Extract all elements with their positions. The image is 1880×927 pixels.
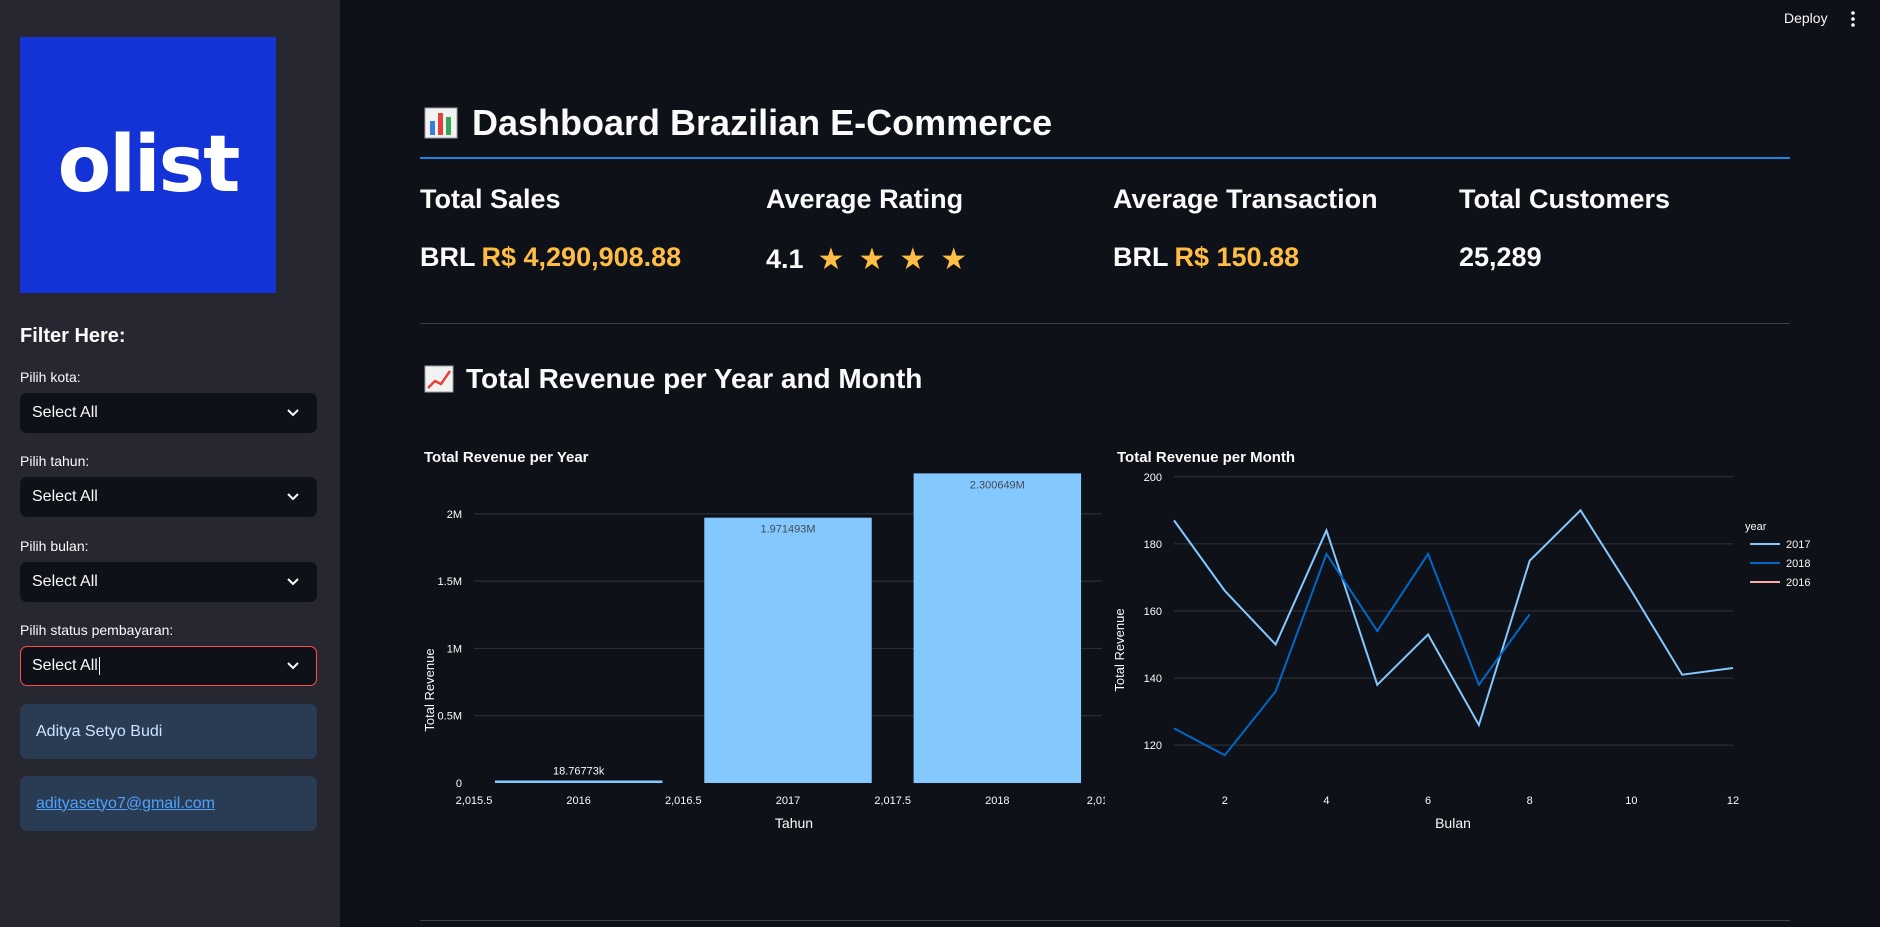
bar [704,517,872,783]
section-divider [420,323,1790,324]
average-rating-number: 4.1 [766,244,804,274]
x-tick-label: 2017 [776,795,800,807]
author-name-box: Aditya Setyo Budi [20,704,317,759]
y-tick-label: 0 [456,778,462,790]
metric-label-average-transaction: Average Transaction [1113,184,1378,214]
metric-value-average-transaction: BRL R$ 150.88 [1113,242,1299,273]
y-tick-label: 200 [1144,472,1162,484]
y-tick-label: 180 [1144,539,1162,551]
section-title-text: Total Revenue per Year and Month [466,363,923,394]
city-select[interactable]: Select All [20,393,317,433]
bar-data-label: 1.971493M [760,524,815,536]
currency-prefix: BRL [420,242,476,272]
city-select-value: Select All [32,404,98,421]
average-transaction-amount: R$ 150.88 [1174,242,1300,272]
year-filter-label: Pilih tahun: [20,453,90,469]
x-tick-label: 4 [1323,795,1329,807]
bottom-divider [420,920,1790,921]
legend-entry: 2017 [1786,539,1810,551]
bar-chart-y-axis-label: Total Revenue [422,648,437,731]
y-tick-label: 0.5M [438,711,462,723]
x-tick-label: 10 [1625,795,1637,807]
year-select-value: Select All [32,488,98,505]
metric-label-average-rating: Average Rating [766,184,964,214]
title-divider [420,157,1790,159]
x-tick-label: 2,018. [1087,795,1105,807]
metric-value-total-sales: BRL R$ 4,290,908.88 [420,242,681,273]
chevron-down-icon [287,493,299,501]
chevron-down-icon [287,409,299,417]
star-icon: ★ [940,243,968,276]
x-tick-label: 2,015.5 [456,795,493,807]
bar [494,780,663,783]
legend-entry: 2018 [1786,558,1810,570]
city-filter-label: Pilih kota: [20,369,81,385]
year-select[interactable]: Select All [20,477,317,517]
payment-status-select[interactable]: Select All [20,646,317,686]
x-tick-label: 12 [1727,795,1739,807]
x-tick-label: 2018 [985,795,1009,807]
payment-status-filter-label: Pilih status pembayaran: [20,622,174,638]
y-tick-label: 1.5M [438,576,462,588]
star-icon: ★ [858,243,886,276]
line-chart-x-axis-label: Bulan [1435,815,1471,831]
line-chart-y-axis-label: Total Revenue [1112,608,1127,691]
y-tick-label: 140 [1144,673,1162,685]
x-tick-label: 2,017.5 [874,795,911,807]
legend-entry: 2016 [1786,577,1810,589]
month-select-value: Select All [32,573,98,590]
author-email-box: adityasetyo7@gmail.com [20,776,317,831]
section-title: Total Revenue per Year and Month [424,363,922,395]
revenue-per-year-bar-chart: 0 0.5M 1M 1.5M 2M 2,015.5 2016 2,016.5 2017 2,017… [422,473,1105,831]
star-icon: ★ [817,243,845,276]
metric-label-total-sales: Total Sales [420,184,561,214]
text-caret [98,657,100,675]
x-tick-label: 8 [1527,795,1533,807]
x-tick-label: 2 [1222,795,1228,807]
olist-logo: olist [20,37,276,293]
bar-data-label: 2.300649M [970,479,1025,491]
metric-value-average-rating: 4.1 ★ ★ ★ ★ [766,242,967,277]
bar-chart-icon [424,107,458,139]
currency-prefix: BRL [1113,242,1169,272]
month-select[interactable]: Select All [20,562,317,602]
total-sales-amount: R$ 4,290,908.88 [481,242,682,272]
logo-text: olist [57,120,241,210]
line-chart-icon [424,365,454,393]
sidebar: olist Filter Here: Pilih kota: Select Al… [0,0,340,927]
more-menu-icon[interactable] [1848,10,1858,28]
deploy-button[interactable]: Deploy [1784,10,1828,26]
author-email-link[interactable]: adityasetyo7@gmail.com [36,795,215,813]
series-line-2018 [1173,551,1531,757]
revenue-per-month-line-chart: Total Revenue Bulan year 120 140 160 180 200… [1112,472,1810,831]
payment-status-select-value: Select All [32,657,98,674]
chevron-down-icon [287,662,299,670]
total-customers-number: 25,289 [1459,242,1542,272]
month-filter-label: Pilih bulan: [20,538,89,554]
bar [913,473,1082,783]
metric-label-total-customers: Total Customers [1459,184,1671,214]
legend-title: year [1745,521,1767,533]
y-tick-label: 120 [1144,740,1162,752]
x-tick-label: 2,016.5 [665,795,702,807]
chevron-down-icon [287,578,299,586]
bar-chart-x-axis-label: Tahun [775,815,813,831]
filter-heading: Filter Here: [20,325,126,347]
page-title: Dashboard Brazilian E-Commerce [424,102,1052,144]
y-tick-label: 160 [1144,606,1162,618]
y-tick-label: 2M [447,509,462,521]
y-tick-label: 1M [447,643,462,655]
x-tick-label: 2016 [566,795,590,807]
metric-value-total-customers: 25,289 [1459,242,1542,273]
bar-data-label: 18.76773k [553,765,605,777]
page-title-text: Dashboard Brazilian E-Commerce [472,102,1053,143]
x-tick-label: 6 [1425,795,1431,807]
star-icon: ★ [899,243,927,276]
author-name: Aditya Setyo Budi [36,722,163,740]
